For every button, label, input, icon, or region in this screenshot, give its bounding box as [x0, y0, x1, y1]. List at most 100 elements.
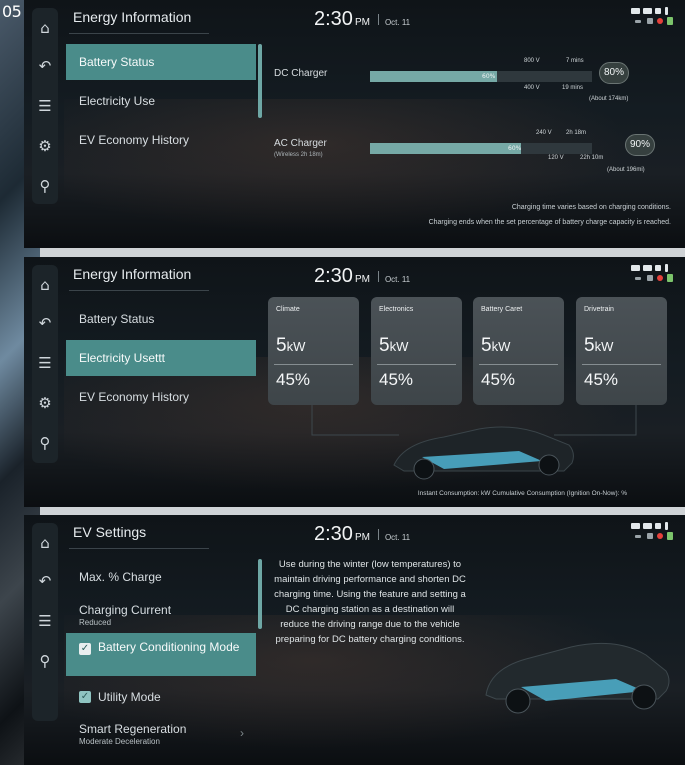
menu-item-battery-status[interactable]: Battery Status: [66, 44, 256, 80]
dc-fill-text: 60%: [482, 73, 496, 80]
screen-battery-status: ⌂ ↶ ☰ ⚙ ⚲ Energy Information 2:30 PM Oct. …: [24, 0, 685, 248]
card-kw: 5kW: [276, 335, 305, 357]
settings-icon[interactable]: ⚙: [35, 393, 55, 413]
title-divider: [69, 290, 209, 291]
ac-charge-bar-fill: [370, 143, 521, 154]
screen-ev-settings: ⌂ ↶ ☰ ⚲ EV Settings 2:30 PM Oct. 11 Max. %…: [24, 515, 685, 765]
search-icon[interactable]: ⚲: [35, 433, 55, 453]
menu-icon[interactable]: ☰: [35, 611, 55, 631]
menu-icon[interactable]: ☰: [35, 96, 55, 116]
screen-electricity-use: ⌂ ↶ ☰ ⚙ ⚲ Energy Information 2:30 PM Oct. …: [24, 257, 685, 507]
clock-ampm: PM: [354, 274, 370, 285]
back-icon[interactable]: ↶: [35, 313, 55, 333]
menu-item-electricity-use[interactable]: Electricity Use: [66, 83, 256, 119]
charging-note-1: Charging time varies based on charging c…: [511, 204, 671, 211]
card-percent: 45%: [379, 370, 414, 389]
title-divider: [69, 33, 209, 34]
dc-top-voltage: 800 V: [524, 58, 540, 64]
clock: 2:30 PM Oct. 11: [314, 8, 410, 31]
home-icon[interactable]: ⌂: [35, 275, 55, 295]
ac-target-bubble[interactable]: 90%: [625, 134, 655, 156]
dc-target-bubble[interactable]: 80%: [599, 62, 629, 84]
menu-item-battery-status[interactable]: Battery Status: [66, 301, 256, 337]
menu-item-charging-current[interactable]: Charging Current Reduced: [66, 596, 256, 632]
menu-item-label: Battery Conditioning Mode: [98, 640, 240, 654]
consumption-footnote: Instant Consumption: kW Cumulative Consu…: [417, 490, 627, 497]
card-label: Climate: [276, 306, 300, 313]
charging-note-2: Charging ends when the set percentage of…: [428, 219, 671, 226]
chevron-right-icon: ›: [240, 726, 244, 740]
menu-scrollbar[interactable]: [258, 44, 262, 118]
ac-bottom-time: 22h 10m: [580, 155, 604, 161]
menu-icon[interactable]: ☰: [35, 353, 55, 373]
clock-time: 2:30: [314, 8, 353, 30]
icon-bar: ⌂ ↶ ☰ ⚲: [32, 523, 58, 721]
page-title: Energy Information: [73, 266, 192, 282]
feature-description: Use during the winter (low temperatures)…: [274, 559, 466, 645]
menu-item-max-charge[interactable]: Max. % Charge: [66, 559, 256, 595]
settings-icon[interactable]: ⚙: [35, 136, 55, 156]
back-icon[interactable]: ↶: [35, 56, 55, 76]
clock-date: Oct. 11: [384, 533, 411, 542]
clock-date: Oct. 11: [384, 275, 411, 284]
clock: 2:30 PM Oct. 11: [314, 523, 410, 546]
search-icon[interactable]: ⚲: [35, 651, 55, 671]
page-title: EV Settings: [73, 524, 147, 540]
card-kw: 5kW: [584, 335, 613, 357]
checkbox-checked-icon[interactable]: ✓: [79, 691, 91, 703]
card-percent: 45%: [481, 370, 516, 389]
card-kw-value: 5: [379, 335, 390, 356]
clock-ampm: PM: [354, 17, 370, 28]
status-icons: [631, 263, 675, 285]
title-divider: [69, 548, 209, 549]
card-kw-unit: kW: [389, 339, 409, 354]
menu-item-electricity-use[interactable]: Electricity Usettt: [66, 340, 256, 376]
ac-charger-row: AC Charger (Wireless 2h 18m) 240 V 2h 18…: [274, 128, 664, 178]
back-icon[interactable]: ↶: [35, 571, 55, 591]
menu-item-ev-economy-history[interactable]: EV Economy History: [66, 122, 256, 158]
card-kw-value: 5: [481, 335, 492, 356]
menu-item-label: Smart Regeneration: [79, 722, 187, 736]
clock-ampm: PM: [354, 532, 370, 543]
home-icon[interactable]: ⌂: [35, 18, 55, 38]
card-label: Electronics: [379, 306, 414, 313]
clock: 2:30 PM Oct. 11: [314, 265, 410, 288]
ac-top-time: 2h 18m: [566, 130, 587, 136]
menu-item-label: Max. % Charge: [79, 570, 162, 584]
card-label: Drivetrain: [584, 306, 614, 313]
menu-item-ev-economy-history[interactable]: EV Economy History: [66, 379, 256, 415]
ac-range: (About 196mi): [607, 167, 645, 173]
dc-range: (About 174km): [589, 96, 629, 102]
dc-top-time: 7 mins: [566, 58, 584, 64]
card-label: Battery Caret: [481, 306, 523, 313]
dc-charger-label: DC Charger: [274, 68, 328, 79]
clock-time: 2:30: [314, 265, 353, 287]
home-icon[interactable]: ⌂: [35, 533, 55, 553]
menu-item-utility-mode[interactable]: ✓ Utility Mode: [66, 679, 256, 715]
card-kw-value: 5: [584, 335, 595, 356]
page-title: Energy Information: [73, 9, 192, 25]
person-icon: [667, 17, 673, 25]
ac-top-voltage: 240 V: [536, 130, 552, 136]
card-kw-unit: kW: [491, 339, 511, 354]
consumption-card: Electronics 5kW 45%: [371, 297, 462, 405]
dc-charger-row: DC Charger 800 V 7 mins 60% 80% 400 V 19…: [274, 56, 664, 106]
checkbox-checked-icon[interactable]: ✓: [79, 643, 91, 655]
menu-scrollbar[interactable]: [258, 559, 262, 629]
menu-item-smart-regeneration[interactable]: Smart Regeneration Moderate Deceleration…: [66, 715, 256, 751]
dc-bottom-time: 19 mins: [562, 85, 584, 91]
menu-item-sublabel: Reduced: [79, 618, 112, 627]
menu-item-battery-conditioning[interactable]: ✓ Battery Conditioning Mode: [66, 633, 256, 676]
menu-item-label: Charging Current: [79, 603, 172, 617]
status-icons: [631, 6, 675, 28]
icon-bar: ⌂ ↶ ☰ ⚙ ⚲: [32, 8, 58, 204]
ac-charger-label: AC Charger: [274, 138, 327, 149]
card-kw: 5kW: [481, 335, 510, 357]
card-percent: 45%: [276, 370, 311, 389]
dc-bottom-voltage: 400 V: [524, 85, 540, 91]
ac-bottom-voltage: 120 V: [548, 155, 564, 161]
dc-charge-bar-fill: [370, 71, 497, 82]
search-icon[interactable]: ⚲: [35, 176, 55, 196]
page-number: 05: [2, 2, 22, 21]
person-icon: [667, 274, 673, 282]
